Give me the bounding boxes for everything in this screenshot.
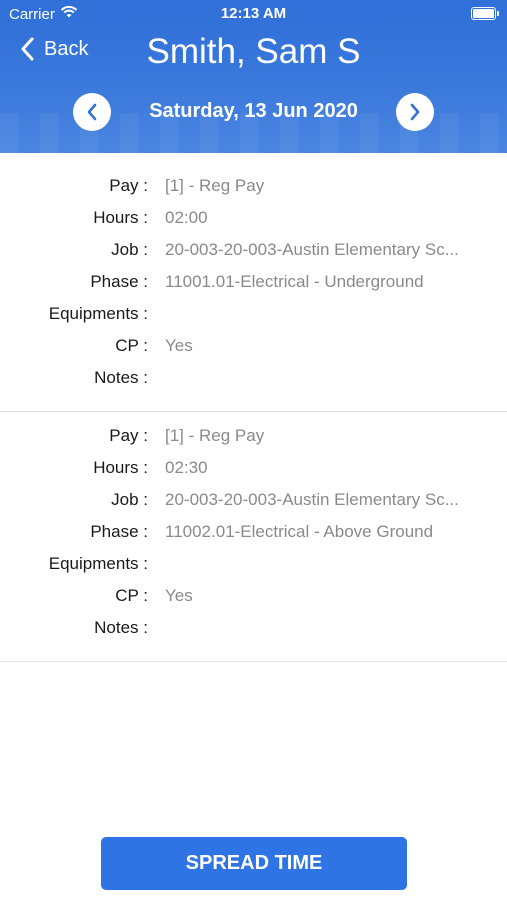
time-entry-card[interactable]: Pay : [1] - Reg Pay Hours : 02:30 Job : … — [0, 412, 507, 662]
date-navigator: Saturday, 13 Jun 2020 — [0, 92, 507, 132]
status-time: 12:13 AM — [220, 5, 287, 22]
hours-value: 02:00 — [165, 208, 208, 227]
pay-label: Pay : — [109, 176, 148, 195]
job-row: Job : 20-003-20-003-Austin Elementary Sc… — [0, 490, 507, 514]
pay-row: Pay : [1] - Reg Pay — [0, 176, 507, 200]
time-entry-card[interactable]: Pay : [1] - Reg Pay Hours : 02:00 Job : … — [0, 153, 507, 412]
job-label: Job : — [111, 240, 148, 259]
notes-label: Notes : — [94, 618, 148, 637]
notes-label: Notes : — [94, 368, 148, 387]
hours-label: Hours : — [93, 208, 148, 227]
hours-row: Hours : 02:00 — [0, 208, 507, 232]
hours-row: Hours : 02:30 — [0, 458, 507, 482]
pay-value: [1] - Reg Pay — [165, 426, 265, 445]
status-bar: Carrier 12:13 AM — [0, 0, 507, 28]
hours-value: 02:30 — [165, 458, 208, 477]
chevron-left-icon — [21, 37, 34, 61]
hours-label: Hours : — [93, 458, 148, 477]
phase-row: Phase : 11002.01-Electrical - Above Grou… — [0, 522, 507, 546]
cp-row: CP : Yes — [0, 336, 507, 360]
phase-value: 11002.01-Electrical - Above Ground — [165, 522, 434, 541]
job-value: 20-003-20-003-Austin Elementary Sc... — [165, 240, 459, 259]
battery-icon — [471, 7, 499, 20]
job-label: Job : — [111, 490, 148, 509]
phase-label: Phase : — [90, 272, 148, 291]
chevron-right-icon — [410, 103, 420, 121]
job-value: 20-003-20-003-Austin Elementary Sc... — [165, 490, 459, 509]
next-day-button[interactable] — [396, 93, 434, 131]
spread-time-button[interactable]: SPREAD TIME — [101, 837, 407, 890]
page-title: Smith, Sam S — [146, 32, 361, 71]
phase-value: 11001.01-Electrical - Underground — [165, 272, 424, 291]
cp-value: Yes — [165, 586, 193, 605]
pay-row: Pay : [1] - Reg Pay — [0, 426, 507, 450]
equipments-row: Equipments : — [0, 304, 507, 328]
job-row: Job : 20-003-20-003-Austin Elementary Sc… — [0, 240, 507, 264]
phase-label: Phase : — [90, 522, 148, 541]
cp-label: CP : — [115, 336, 148, 355]
equipments-row: Equipments : — [0, 554, 507, 578]
back-label: Back — [44, 37, 89, 60]
notes-row: Notes : — [0, 618, 507, 642]
header-banner: Carrier 12:13 AM Back Smith, Sam S Satur… — [0, 0, 507, 153]
cp-value: Yes — [165, 336, 193, 355]
pay-label: Pay : — [109, 426, 148, 445]
phase-row: Phase : 11001.01-Electrical - Undergroun… — [0, 272, 507, 296]
back-button[interactable]: Back — [20, 37, 88, 61]
cp-label: CP : — [115, 586, 148, 605]
equipments-label: Equipments : — [48, 304, 148, 323]
equipments-label: Equipments : — [48, 554, 148, 573]
cp-row: CP : Yes — [0, 586, 507, 610]
notes-row: Notes : — [0, 368, 507, 392]
pay-value: [1] - Reg Pay — [165, 176, 265, 195]
